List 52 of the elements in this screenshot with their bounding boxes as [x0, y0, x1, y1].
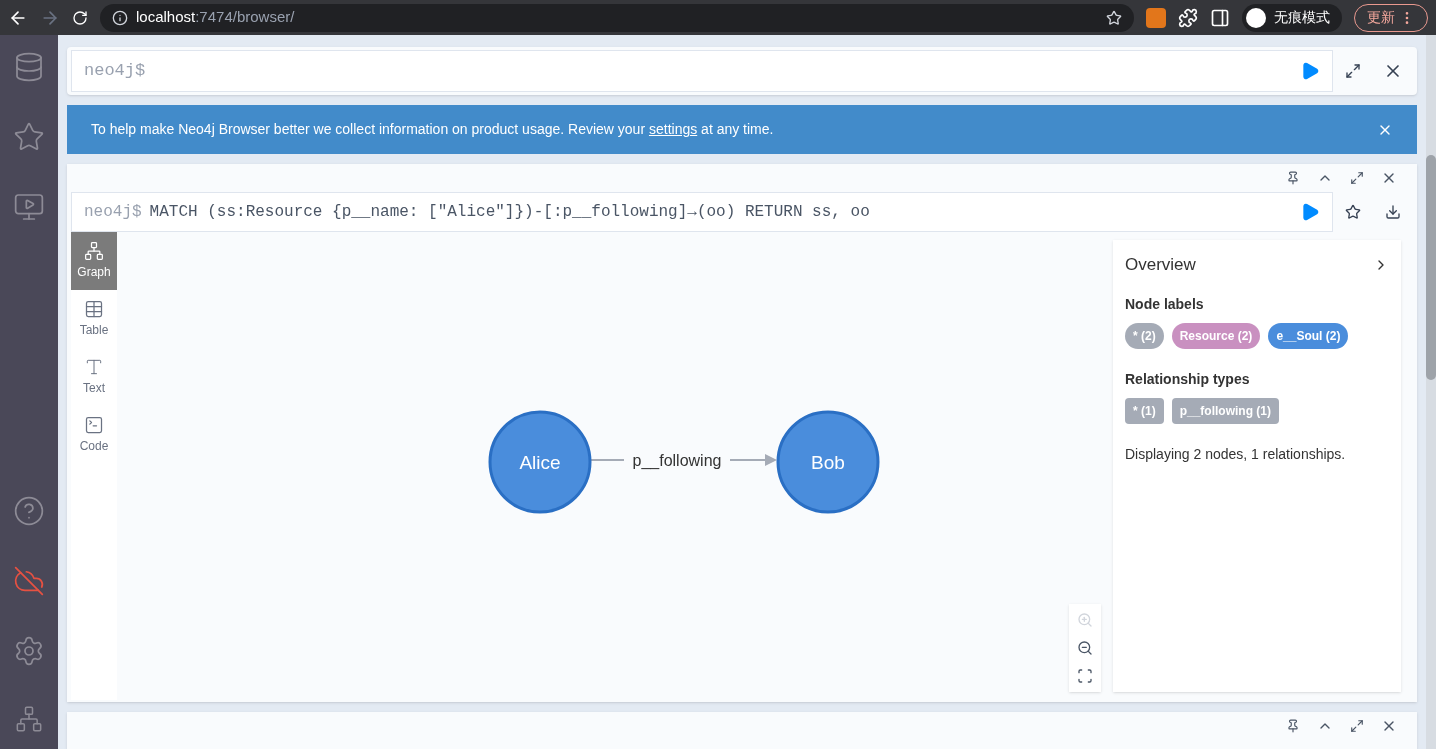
guides-icon[interactable] — [13, 191, 45, 223]
node-circle[interactable]: Bob — [776, 410, 880, 514]
url-text: localhost:7474/browser/ — [136, 7, 295, 28]
profile-chip[interactable]: 无痕模式 — [1242, 3, 1342, 32]
expand-icon[interactable] — [1345, 63, 1361, 79]
relationship-label: p__following — [632, 452, 722, 469]
query-field[interactable]: neo4j$ MATCH (ss:Resource {p__name: ["Alice"]})-[:p__following]→(oo) RETURN ss, oo — [71, 192, 1333, 232]
section-title: Relationship types — [1125, 369, 1251, 389]
pin-icon[interactable] — [1286, 719, 1300, 733]
favorites-icon[interactable] — [13, 121, 45, 153]
node-circle[interactable]: Alice — [488, 410, 592, 514]
bookmark-star-icon[interactable] — [1106, 9, 1122, 26]
view-tab[interactable]: Text — [71, 348, 117, 406]
avatar-icon — [1246, 7, 1266, 28]
node-label-chip[interactable]: e__Soul (2) — [1268, 322, 1349, 349]
banner-text: To help make Neo4j Browser better we collect information on product usage. Review your settings at any time. — [91, 120, 774, 139]
fullscreen-icon[interactable] — [1350, 171, 1364, 185]
help-icon[interactable] — [13, 495, 45, 527]
fit-screen-icon[interactable] — [1077, 668, 1093, 684]
letter-icon — [84, 357, 104, 377]
node-label-chip[interactable]: Resource (2) — [1171, 322, 1261, 349]
graph-app-icon[interactable] — [15, 705, 43, 733]
query-text: MATCH (ss:Resource {p__name: ["Alice"]})-[:p__following]→(oo) RETURN ss, oo — [149, 202, 870, 223]
database-icon[interactable] — [13, 51, 45, 83]
view-tab[interactable]: Table — [71, 290, 117, 348]
pin-icon[interactable] — [1286, 171, 1300, 185]
relationship-type-chip[interactable]: p__following (1) — [1171, 397, 1279, 424]
editor-field[interactable]: neo4j$ — [71, 50, 1333, 92]
download-icon[interactable] — [1385, 204, 1401, 220]
section-title: Node labels — [1125, 294, 1205, 314]
info-icon — [112, 9, 128, 26]
node-label-chip[interactable]: * (2) — [1125, 322, 1164, 349]
terminal-icon — [84, 415, 104, 435]
graph-icon — [84, 241, 104, 261]
view-tab[interactable]: Code — [71, 406, 117, 464]
zoom-out-icon[interactable] — [1077, 640, 1093, 656]
side-panel-icon[interactable] — [1210, 7, 1230, 28]
summary-text: Displaying 2 nodes, 1 relationships. — [1125, 444, 1347, 464]
run-button[interactable] — [1300, 202, 1320, 222]
address-bar[interactable]: localhost:7474/browser/ — [100, 3, 1134, 32]
puzzle-icon[interactable] — [1178, 7, 1198, 28]
table-icon — [84, 299, 104, 319]
overview-title: Overview — [1125, 254, 1196, 276]
relationship-type-chip[interactable]: * (1) — [1125, 397, 1164, 424]
reload-button[interactable] — [72, 9, 88, 26]
fullscreen-icon[interactable] — [1350, 719, 1364, 733]
view-tab[interactable]: Graph — [71, 232, 117, 290]
settings-icon[interactable] — [13, 635, 45, 667]
run-button[interactable] — [1300, 61, 1320, 81]
prompt-text: neo4j$ — [84, 202, 142, 223]
settings-link[interactable]: settings — [648, 121, 698, 137]
star-icon[interactable] — [1345, 204, 1361, 220]
